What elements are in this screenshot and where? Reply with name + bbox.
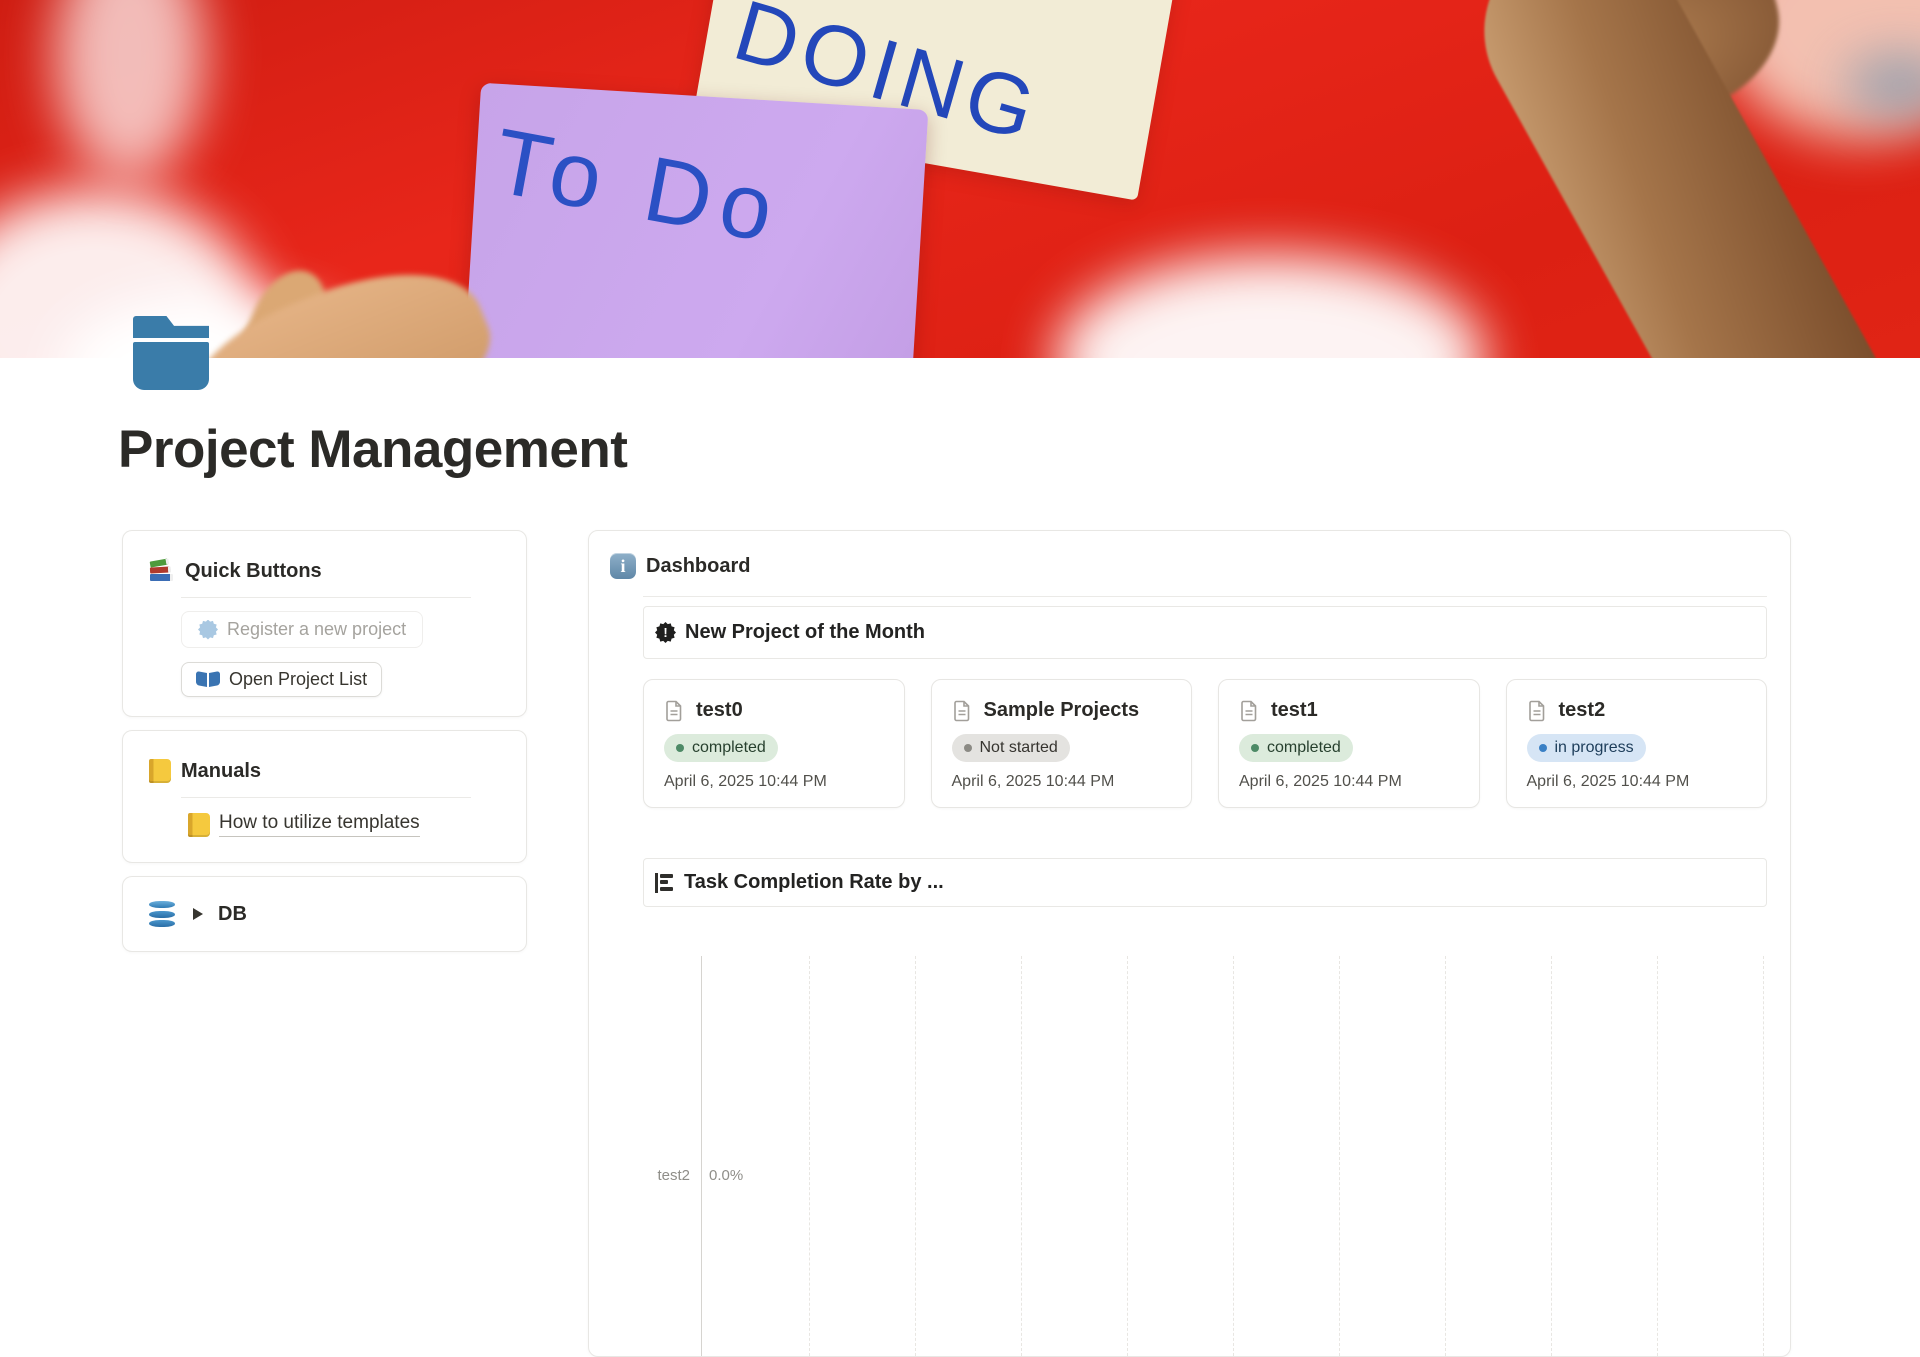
- notebook-icon: [188, 813, 210, 837]
- db-toggle-row[interactable]: DB: [149, 901, 247, 927]
- folder-icon: [133, 342, 209, 390]
- project-date: April 6, 2025 10:44 PM: [1239, 773, 1459, 791]
- open-book-icon: [196, 671, 220, 688]
- project-date: April 6, 2025 10:44 PM: [664, 773, 884, 791]
- project-name: Sample Projects: [984, 699, 1140, 722]
- notebook-icon: [149, 759, 171, 783]
- register-new-project-button[interactable]: Register a new project: [181, 611, 423, 648]
- project-card-sample-projects[interactable]: Sample Projects Not started April 6, 202…: [931, 679, 1193, 808]
- task-completion-section-header: Task Completion Rate by ...: [643, 858, 1767, 907]
- sidebar: Quick Buttons Register a new project Ope…: [122, 530, 527, 1357]
- sticky-note-todo: To Do: [456, 83, 929, 358]
- page-title: Project Management: [118, 420, 1920, 480]
- status-dot-icon: [676, 744, 684, 752]
- cover-blur-streak: [55, 0, 205, 180]
- manuals-title: Manuals: [181, 760, 261, 783]
- manuals-heading: Manuals: [149, 757, 500, 785]
- status-dot-icon: [1251, 744, 1259, 752]
- cover-image: DOING To Do: [0, 0, 1920, 358]
- project-card-test2[interactable]: test2 in progress April 6, 2025 10:44 PM: [1506, 679, 1768, 808]
- open-project-list-label: Open Project List: [229, 669, 367, 690]
- project-date: April 6, 2025 10:44 PM: [952, 773, 1172, 791]
- page-body: Quick Buttons Register a new project Ope…: [0, 530, 1920, 1357]
- page-document-icon: [952, 700, 972, 722]
- manuals-card: Manuals How to utilize templates: [122, 730, 527, 863]
- project-card-test1[interactable]: test1 completed April 6, 2025 10:44 PM: [1218, 679, 1480, 808]
- folder-icon: [133, 316, 209, 338]
- horizontal-bar-chart-icon: [655, 873, 675, 893]
- db-title: DB: [218, 903, 247, 926]
- info-icon: [610, 553, 636, 579]
- page-document-icon: [1239, 700, 1259, 722]
- project-date: April 6, 2025 10:44 PM: [1527, 773, 1747, 791]
- status-badge: in progress: [1527, 734, 1646, 762]
- register-new-project-label: Register a new project: [227, 619, 406, 640]
- status-badge: completed: [664, 734, 778, 762]
- chart-value-label: 0.0%: [709, 1167, 743, 1184]
- chart-plot: [701, 956, 1767, 1356]
- database-icon: [149, 901, 175, 927]
- page-document-icon: [664, 700, 684, 722]
- dashboard-title: Dashboard: [646, 555, 750, 578]
- status-badge: Not started: [952, 734, 1070, 762]
- new-project-section-header: ! New Project of the Month: [643, 606, 1767, 659]
- open-project-list-button[interactable]: Open Project List: [181, 662, 382, 697]
- status-dot-icon: [964, 744, 972, 752]
- project-name: test2: [1559, 699, 1606, 722]
- quick-buttons-heading: Quick Buttons: [149, 557, 500, 585]
- task-completion-section-title: Task Completion Rate by ...: [684, 871, 944, 894]
- dashboard-heading: Dashboard: [610, 551, 1767, 581]
- chart-category-label: test2: [643, 1167, 690, 1184]
- status-dot-icon: [1539, 744, 1547, 752]
- quick-buttons-card: Quick Buttons Register a new project Ope…: [122, 530, 527, 717]
- dashboard-content: ! New Project of the Month test0 complet…: [643, 606, 1767, 1356]
- books-icon: [149, 558, 175, 584]
- divider: [643, 596, 1767, 597]
- manual-link-row: How to utilize templates: [188, 812, 500, 837]
- how-to-utilize-templates-link[interactable]: How to utilize templates: [219, 812, 420, 837]
- dashboard-card: Dashboard ! New Project of the Month tes…: [588, 530, 1791, 1357]
- project-name: test0: [696, 699, 743, 722]
- divider: [181, 797, 471, 798]
- expand-toggle-icon[interactable]: [193, 908, 203, 920]
- page-icon-folder[interactable]: [133, 316, 209, 390]
- task-completion-chart: test2 0.0%: [643, 956, 1767, 1356]
- quick-buttons-title: Quick Buttons: [185, 560, 322, 583]
- status-badge: completed: [1239, 734, 1353, 762]
- cover-blur-highlight: [1055, 255, 1485, 358]
- project-card-test0[interactable]: test0 completed April 6, 2025 10:44 PM: [643, 679, 905, 808]
- page-document-icon: [1527, 700, 1547, 722]
- sticky-note-todo-text: To Do: [486, 109, 791, 265]
- project-name: test1: [1271, 699, 1318, 722]
- seal-exclamation-icon: !: [655, 622, 676, 643]
- project-cards-row: test0 completed April 6, 2025 10:44 PM S…: [643, 679, 1767, 808]
- new-project-section-title: New Project of the Month: [685, 621, 925, 644]
- seal-badge-icon: [198, 620, 218, 640]
- db-card[interactable]: DB: [122, 876, 527, 952]
